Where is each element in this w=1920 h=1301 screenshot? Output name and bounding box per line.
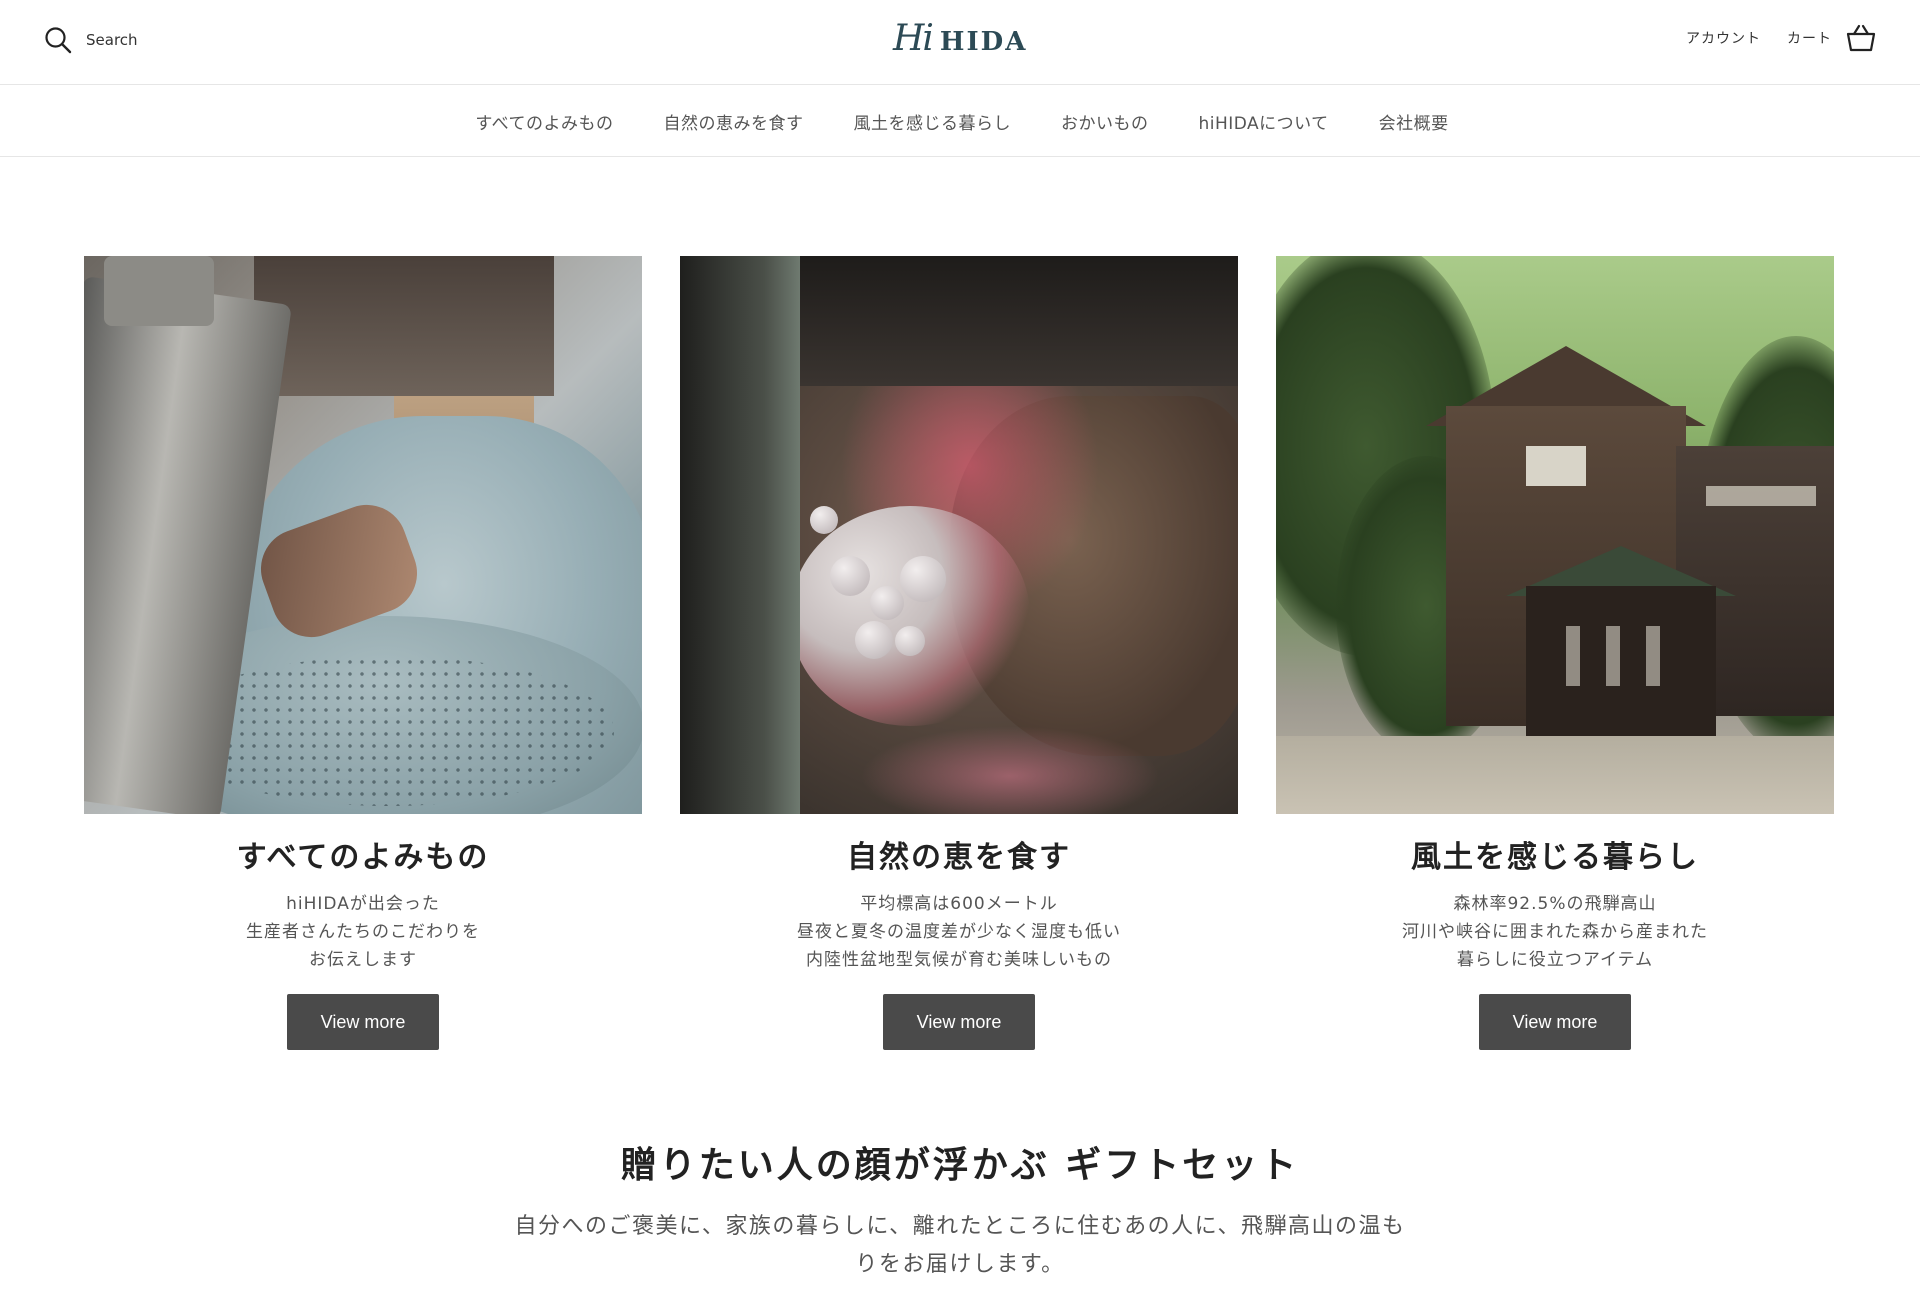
card-description-line: 内陸性盆地型気候が育む美味しいもの — [806, 950, 1112, 970]
card-description-line: 平均標高は600メートル — [860, 894, 1058, 914]
nav-item-about[interactable]: hiHIDAについて — [1198, 109, 1328, 134]
card-description-line: 生産者さんたちのこだわりを — [246, 922, 480, 942]
view-more-button[interactable]: View more — [883, 994, 1035, 1050]
cart-label: カート — [1787, 31, 1832, 47]
site-header: Search Hi HIDA アカウント カート — [0, 0, 1920, 85]
gift-set-heading: 贈りたい人の顔が浮かぶ ギフトセット — [620, 1145, 1300, 1186]
sewing-craft-photo[interactable] — [84, 256, 642, 814]
card-title: 自然の恵を食す — [847, 840, 1071, 875]
basket-icon — [1846, 24, 1876, 52]
view-more-button[interactable]: View more — [1479, 994, 1631, 1050]
search-label: Search — [86, 31, 138, 49]
view-more-button[interactable]: View more — [287, 994, 439, 1050]
search-icon — [45, 27, 72, 54]
card-description-line: 河川や峡谷に囲まれた森から産まれた — [1402, 922, 1708, 942]
card-description: 平均標高は600メートル 昼夜と夏冬の温度差が少なく湿度も低い 内陸性盆地型気候… — [797, 890, 1121, 974]
gift-description-line: りをお届けします。 — [855, 1252, 1065, 1277]
nav-item-company[interactable]: 会社概要 — [1379, 109, 1449, 134]
nav-item-climate-living[interactable]: 風土を感じる暮らし — [853, 109, 1011, 134]
card-description-line: お伝えします — [309, 950, 417, 970]
forest-house-photo[interactable] — [1276, 256, 1834, 814]
nav-item-all-articles[interactable]: すべてのよみもの — [475, 109, 613, 134]
logo-hida-text: HIDA — [939, 27, 1028, 57]
card-description-line: 昼夜と夏冬の温度差が少なく湿度も低い — [797, 922, 1121, 942]
card-description-line: 暮らしに役立つアイテム — [1456, 950, 1654, 970]
gift-set-description: 自分へのご褒美に、家族の暮らしに、離れたところに住むあの人に、飛騨高山の温も り… — [500, 1208, 1420, 1284]
card-description: 森林率92.5%の飛騨高山 河川や峡谷に囲まれた森から産まれた 暮らしに役立つア… — [1402, 890, 1708, 974]
account-link[interactable]: アカウント — [1686, 28, 1761, 48]
cart-link[interactable]: カート — [1787, 24, 1876, 52]
card-description: hiHIDAが出会った 生産者さんたちのこだわりを お伝えします — [246, 890, 480, 974]
category-card-all-articles: すべてのよみもの hiHIDAが出会った 生産者さんたちのこだわりを お伝えしま… — [84, 256, 642, 1050]
card-description-line: hiHIDAが出会った — [286, 894, 440, 914]
card-title: 風土を感じる暮らし — [1411, 840, 1699, 875]
nav-item-shopping[interactable]: おかいもの — [1061, 109, 1149, 134]
category-card-nature-food: 自然の恵を食す 平均標高は600メートル 昼夜と夏冬の温度差が少なく湿度も低い … — [680, 256, 1238, 1050]
site-logo[interactable]: Hi HIDA — [893, 18, 1027, 59]
main-nav: すべてのよみもの 自然の恵みを食す 風土を感じる暮らし おかいもの hiHIDA… — [0, 86, 1920, 157]
category-card-climate-living: 風土を感じる暮らし 森林率92.5%の飛騨高山 河川や峡谷に囲まれた森から産まれ… — [1276, 256, 1834, 1050]
card-title: すべてのよみもの — [236, 840, 490, 875]
search-button[interactable]: Search — [44, 26, 138, 54]
card-description-line: 森林率92.5%の飛騨高山 — [1453, 894, 1657, 914]
nav-item-nature-food[interactable]: 自然の恵みを食す — [663, 109, 803, 134]
fungi-closeup-photo[interactable] — [680, 256, 1238, 814]
logo-hi-text: Hi — [893, 18, 934, 59]
category-cards: すべてのよみもの hiHIDAが出会った 生産者さんたちのこだわりを お伝えしま… — [84, 256, 1834, 1050]
gift-description-line: 自分へのご褒美に、家族の暮らしに、離れたところに住むあの人に、飛騨高山の温も — [514, 1214, 1406, 1239]
header-actions: アカウント カート — [1686, 24, 1876, 52]
